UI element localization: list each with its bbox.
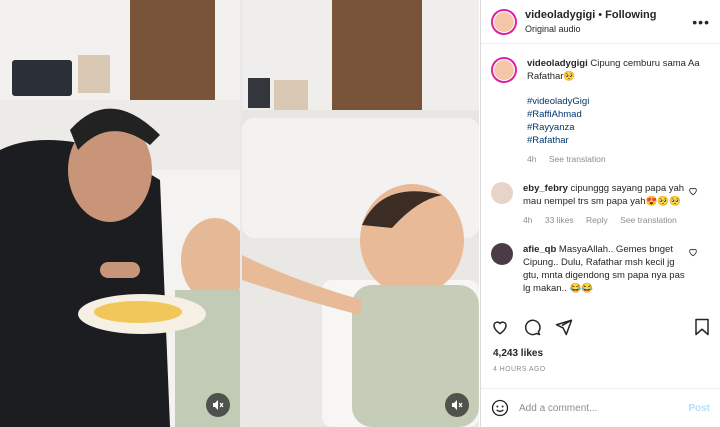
comments-list[interactable]: videoladygigi Cipung cemburu sama Aa Raf…: [481, 45, 720, 307]
bookmark-icon[interactable]: [694, 318, 710, 336]
video-frame-left[interactable]: [0, 0, 240, 427]
see-translation-link[interactable]: See translation: [620, 215, 677, 225]
following-button[interactable]: Following: [605, 9, 656, 21]
author-avatar[interactable]: [491, 8, 517, 35]
hashtag-link[interactable]: #RaffiAhmad: [527, 108, 710, 121]
header-separator: •: [598, 9, 603, 21]
post-side-panel: videoladygigi • Following Original audio •…: [480, 0, 720, 427]
post-timestamp[interactable]: 4 HOURS AGO: [493, 366, 546, 373]
comment-input[interactable]: [519, 402, 689, 414]
reply-link[interactable]: Reply: [586, 215, 608, 225]
caption-avatar[interactable]: [491, 57, 517, 83]
likes-count[interactable]: 4,243 likes: [493, 348, 543, 359]
caption-username[interactable]: videoladygigi: [527, 58, 588, 69]
comment-icon[interactable]: [523, 318, 541, 336]
mute-icon: [213, 400, 224, 410]
heart-icon[interactable]: [688, 186, 698, 196]
video-still-right: [242, 0, 479, 427]
hashtag-link[interactable]: #Rafathar: [527, 134, 710, 147]
comment-time[interactable]: 4h: [523, 215, 532, 225]
video-still-left: [0, 0, 240, 427]
share-icon[interactable]: [555, 318, 573, 336]
mute-button-right[interactable]: [445, 393, 469, 417]
video-frame-right[interactable]: [242, 0, 479, 427]
add-comment-bar: Post: [481, 388, 720, 427]
more-icon[interactable]: •••: [692, 14, 710, 30]
post-header: videoladygigi • Following Original audio •…: [481, 0, 720, 44]
author-username[interactable]: videoladygigi: [525, 9, 595, 21]
heart-icon[interactable]: [688, 247, 698, 257]
emoji-icon[interactable]: [491, 399, 509, 417]
see-translation-link[interactable]: See translation: [549, 154, 606, 164]
hashtag-link[interactable]: #videoladyGigi: [527, 95, 710, 108]
commenter-avatar[interactable]: [491, 243, 513, 265]
commenter-avatar[interactable]: [491, 182, 513, 204]
hashtag-link[interactable]: #Rayyanza: [527, 121, 710, 134]
heart-icon[interactable]: [491, 318, 509, 336]
action-bar: [481, 316, 720, 338]
comment-likes[interactable]: 33 likes: [545, 215, 574, 225]
post-comment-button[interactable]: Post: [688, 403, 710, 414]
caption-time[interactable]: 4h: [527, 154, 536, 164]
audio-label[interactable]: Original audio: [525, 22, 656, 36]
comment-item: eby_febry cipunggg sayang papa yah mau n…: [491, 182, 710, 227]
comment-item: afie_qb MasyaAllah.. Gemes bnget Cipung.…: [491, 243, 710, 295]
mute-icon: [452, 400, 463, 410]
commenter-username[interactable]: afie_qb: [523, 244, 556, 255]
mute-button[interactable]: [206, 393, 230, 417]
commenter-username[interactable]: eby_febry: [523, 183, 568, 194]
caption: videoladygigi Cipung cemburu sama Aa Raf…: [491, 57, 710, 166]
